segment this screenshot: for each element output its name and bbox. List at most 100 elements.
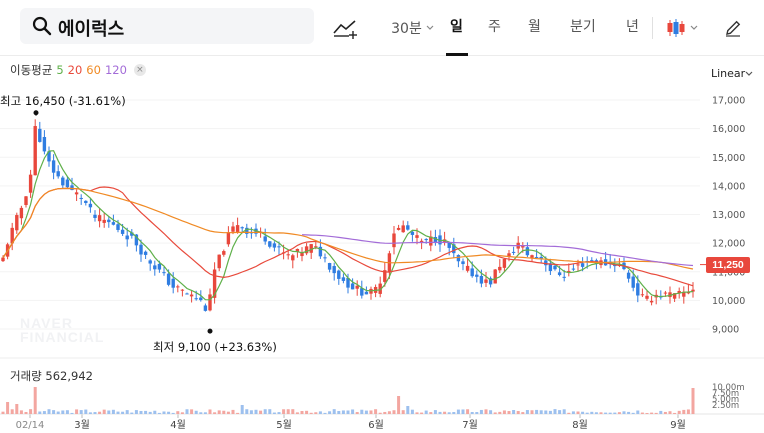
candle-body [406,225,410,230]
candle-body [97,215,102,222]
stock-search-box[interactable]: 에이럭스 [20,8,314,44]
candle-body [649,300,654,303]
candle-body [79,197,83,199]
volume-bar [558,410,562,414]
volume-bar [52,410,56,414]
volume-bar [535,409,539,414]
candle-body [465,265,470,271]
candle-body [631,276,635,288]
chevron-down-icon [690,25,698,30]
volume-bar [199,412,203,414]
candle-body [33,126,37,176]
x-tick-label: 8월 [572,419,588,431]
volume-bar [272,412,276,414]
volume-bar [190,409,194,414]
candle-body [562,276,566,278]
tab-quarter[interactable]: 분기 [570,16,596,36]
volume-bar [397,396,401,414]
volume-bar [282,409,286,414]
volume-bar [401,410,405,414]
x-tick-label: 7월 [462,419,478,431]
volume-bar [286,409,290,414]
chart-type-dropdown[interactable] [662,14,702,42]
volume-bar [33,387,37,414]
volume-bar [682,409,686,414]
volume-bar [571,411,575,414]
volume-bar [374,409,378,414]
y-tick-label: 15,000 [712,153,745,164]
volume-bar [567,412,571,414]
candle-body [15,215,19,231]
interval-dropdown[interactable]: 30분 [390,14,436,42]
drawing-tool-button[interactable] [330,14,360,42]
candle-body [401,225,405,233]
volume-bar [222,410,226,414]
y-tick-label: 14,000 [712,181,745,192]
tab-day[interactable]: 일 [450,16,463,36]
volume-bar [75,409,79,414]
volume-bar [144,410,148,414]
volume-bar [341,410,345,414]
x-tick-label: 02/14 [16,420,45,431]
volume-bar [107,410,111,414]
candle-body [61,177,65,186]
volume-bar [291,409,295,414]
volume-bar [47,409,51,414]
price-chart[interactable]: 17,00016,00015,00014,00013,00012,00011,0… [0,56,764,433]
volume-bar [318,411,322,414]
draw-button[interactable] [720,14,746,42]
candle-body [341,277,346,281]
volume-bar [489,410,493,414]
x-tick-label: 6월 [368,419,384,431]
candle-body [153,265,157,270]
candle-body [148,260,152,264]
y-tick-label: 16,000 [712,124,745,135]
y-tick-label: 10,000 [712,296,745,307]
volume-bar [1,411,5,414]
volume-bar [461,409,465,414]
tab-month[interactable]: 월 [528,16,541,36]
volume-bar [116,411,120,414]
volume-bar [387,411,391,414]
candle-body [553,265,557,270]
y-tick-label: 13,000 [712,210,745,221]
volume-bar [654,412,658,414]
ma-60-line [2,187,694,270]
candle-body [157,263,162,270]
candle-body [194,298,198,300]
x-tick-label: 4월 [170,419,186,431]
volume-bar [295,412,299,414]
x-tick-label: 5월 [276,419,292,431]
y-tick-label: 9,000 [712,325,739,336]
candle-body [42,136,47,152]
volume-bar [300,411,304,414]
volume-bar [392,410,396,414]
tab-year[interactable]: 년 [626,16,639,36]
volume-bar [594,412,598,414]
candle-body [139,244,143,255]
volume-bar [369,410,373,414]
volume-bar [231,409,235,414]
candlestick-icon [667,19,685,37]
volume-bar [631,412,635,414]
candle-body [143,251,148,255]
volume-bar [6,402,10,414]
chart-toolbar: 에이럭스 30분 일 주 월 분기 년 [0,0,764,56]
candle-body [56,171,60,177]
tab-week[interactable]: 주 [488,16,501,36]
volume-bar [111,409,115,414]
volume-bar [171,412,175,414]
volume-bar [277,412,281,414]
candle-body [530,255,534,258]
volume-bar [139,410,143,414]
candle-body [461,261,465,265]
volume-bar [157,412,161,414]
volume-bar [19,410,23,414]
candle-body [93,214,97,218]
candle-body [337,270,341,279]
volume-bar [226,411,230,414]
volume-bar [176,411,180,414]
candle-body [571,268,576,270]
candle-body [470,268,474,277]
volume-bar [10,409,14,414]
